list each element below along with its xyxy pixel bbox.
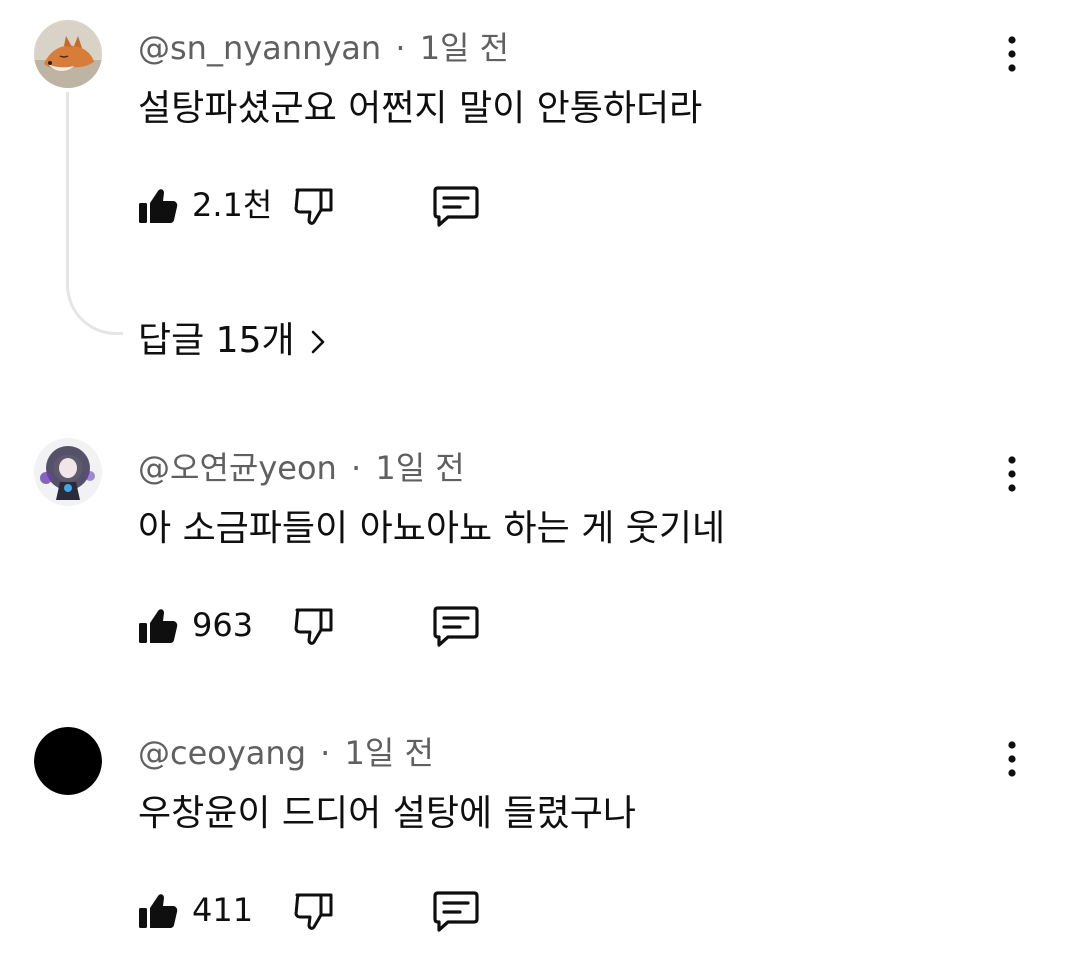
reply-thread-line [66,92,123,335]
thumbs-up-icon [139,894,178,928]
thumbs-up-icon [139,189,178,223]
reply-button[interactable] [432,889,480,933]
fox-avatar-icon [34,20,102,88]
more-options-button[interactable] [996,454,1028,494]
meta-separator: · [350,449,362,487]
comment-text: 아 소금파들이 아뇨아뇨 하는 게 웃기네 [138,508,726,549]
black-circle-avatar-icon [34,727,102,795]
reply-button[interactable] [432,184,480,228]
more-vertical-icon [1008,456,1016,492]
view-replies-button[interactable]: 답글 15개 [138,318,327,364]
comment-time: 1일 전 [375,449,465,487]
comment-meta: @sn_nyannyan · 1일 전 [138,28,509,68]
dislike-button[interactable] [292,184,336,228]
comment-actions: 963 [136,602,536,650]
comment-item: @ceoyang · 1일 전 우창윤이 드디어 설탕에 들렸구나 411 [0,705,1080,962]
more-options-button[interactable] [996,34,1028,74]
more-vertical-icon [1008,36,1016,72]
thumbs-down-icon [294,893,333,930]
comment-icon [433,606,479,647]
avatar[interactable] [34,727,102,795]
replies-count-label: 답글 15개 [138,320,295,361]
comment-actions: 2.1천 [136,182,536,230]
dislike-button[interactable] [292,889,336,933]
like-button[interactable] [136,184,180,228]
like-button[interactable] [136,604,180,648]
thumbs-down-icon [294,608,333,645]
comment-icon [433,891,479,932]
more-options-button[interactable] [996,739,1028,779]
comment-icon [433,186,479,227]
reply-button[interactable] [432,604,480,648]
comment-meta: @오연균yeon · 1일 전 [138,448,465,488]
comment-time: 1일 전 [419,29,510,67]
comment-item: @오연균yeon · 1일 전 아 소금파들이 아뇨아뇨 하는 게 웃기네 96… [0,420,1080,680]
like-button[interactable] [136,889,180,933]
like-count: 411 [192,891,254,929]
more-vertical-icon [1008,741,1016,777]
like-count: 2.1천 [192,186,273,224]
meta-separator: · [320,734,331,772]
like-count: 963 [192,606,254,644]
comment-actions: 411 [136,887,536,935]
comment-time: 1일 전 [344,734,434,772]
comment-item: @sn_nyannyan · 1일 전 설탕파셨군요 어쩐지 말이 안통하더라 … [0,0,1080,380]
comment-text: 설탕파셨군요 어쩐지 말이 안통하더라 [138,88,703,129]
character-avatar-icon [34,438,102,506]
avatar[interactable] [34,20,102,88]
comment-text: 우창윤이 드디어 설탕에 들렸구나 [138,793,637,834]
chevron-right-icon [309,328,327,356]
thumbs-up-icon [139,609,178,643]
comment-author[interactable]: @sn_nyannyan [138,29,381,67]
meta-separator: · [395,29,406,67]
dislike-button[interactable] [292,604,336,648]
avatar[interactable] [34,438,102,506]
thumbs-down-icon [294,188,333,225]
comment-author[interactable]: @오연균yeon [138,449,337,487]
comment-meta: @ceoyang · 1일 전 [138,733,434,773]
comment-author[interactable]: @ceoyang [138,734,306,772]
